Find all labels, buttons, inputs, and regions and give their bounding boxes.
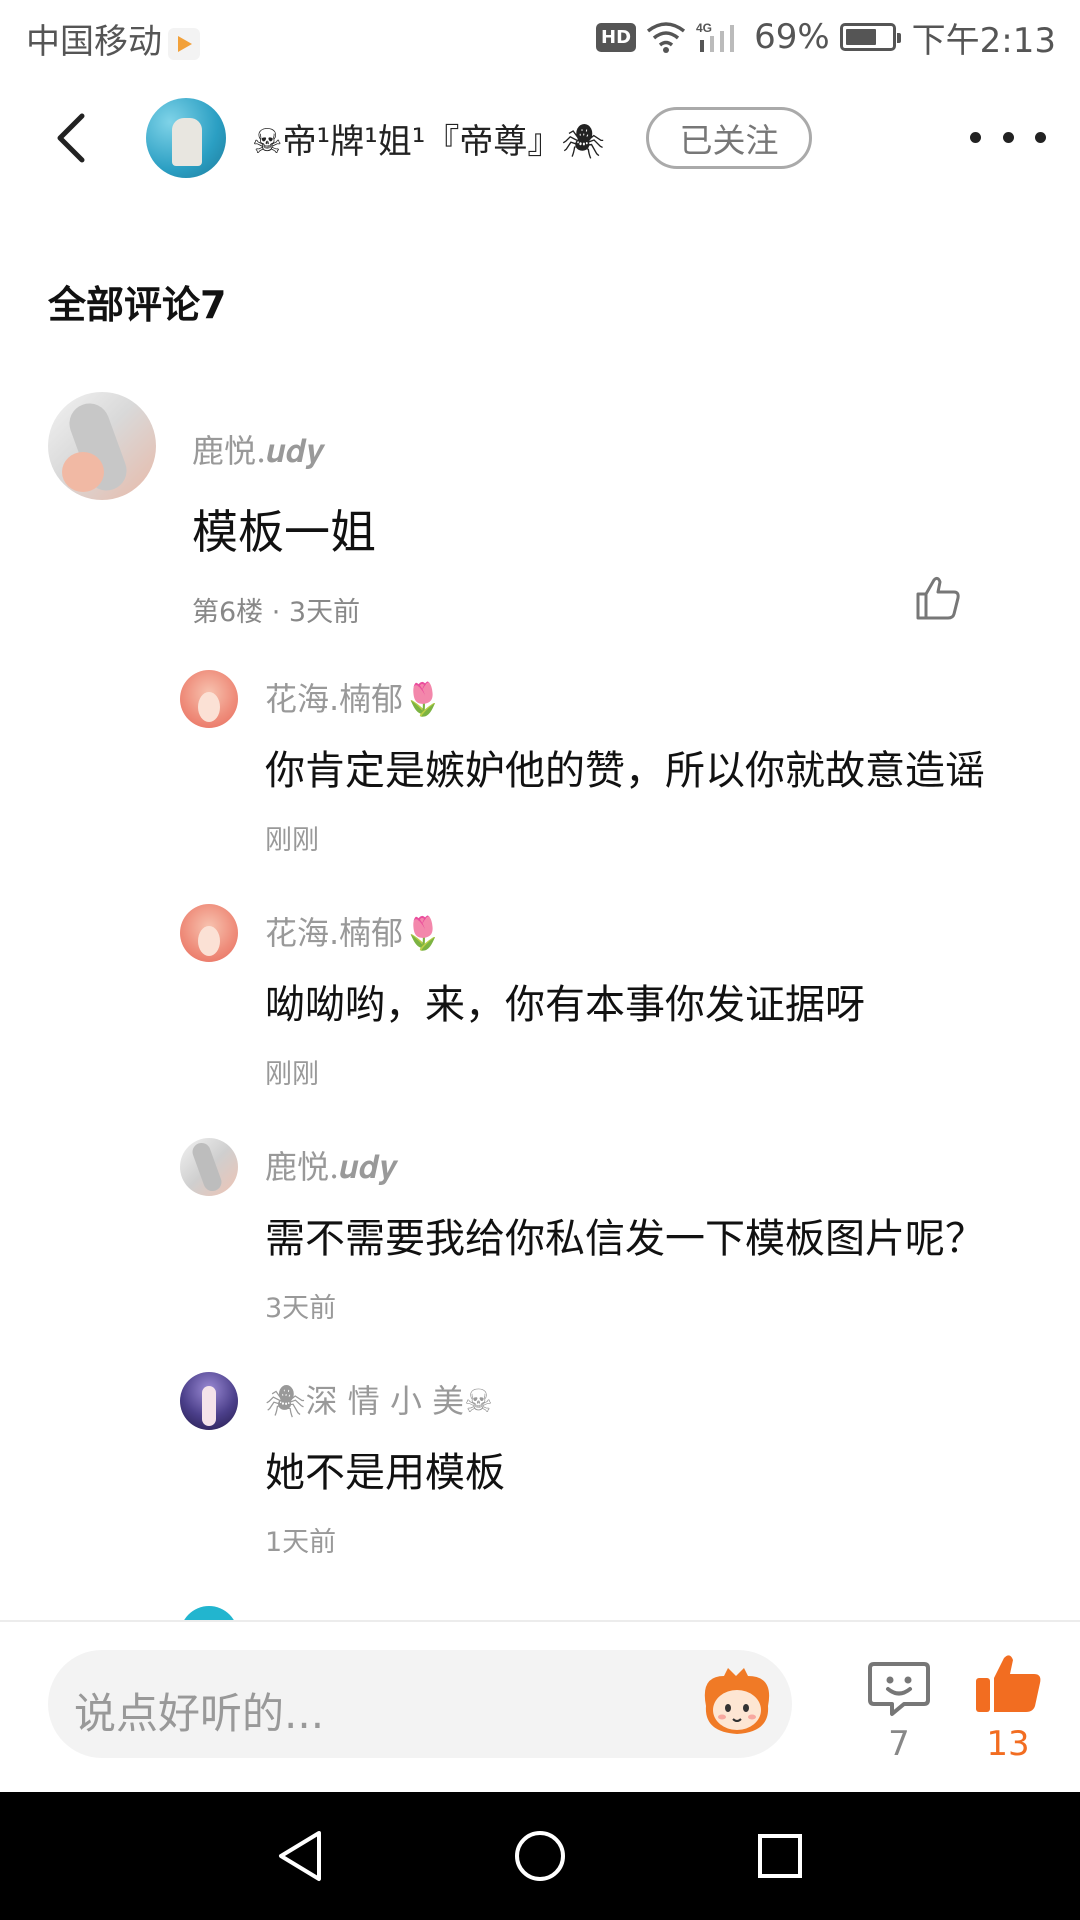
reply-item[interactable]: 🕷深 情 小 美☠ 她不是用模板 1天前 <box>0 1372 1080 1606</box>
nav-recents-icon <box>758 1834 802 1878</box>
reply-item[interactable]: 花海.楠郁🌷 你肯定是嫉妒他的赞，所以你就故意造谣 刚刚 <box>0 670 1080 904</box>
more-button[interactable] <box>970 112 1046 162</box>
avatar[interactable] <box>48 392 156 500</box>
carrier-label: 中国移动 <box>26 14 200 63</box>
more-icon-dot <box>970 131 981 143</box>
reply-text: 需不需要我给你私信发一下模板图片呢？ <box>265 1216 985 1262</box>
avatar[interactable] <box>180 1372 238 1430</box>
nav-back-icon <box>279 1831 321 1881</box>
status-bar: 中国移动 HD 4G 69% 下午2:13 <box>0 0 1080 76</box>
battery-percent: 69% <box>754 17 830 57</box>
reply-time: 刚刚 <box>265 1059 319 1090</box>
emoji-mascot-icon[interactable] <box>698 1666 776 1738</box>
comment-input-placeholder: 说点好听的... <box>74 1689 325 1738</box>
nav-home-icon <box>515 1831 565 1881</box>
nav-back-button[interactable] <box>268 1824 332 1888</box>
comment-count-button[interactable]: 7 <box>866 1658 932 1768</box>
reply-item[interactable]: 花海.楠郁🌷 呦呦哟，来，你有本事你发证据呀 刚刚 <box>0 904 1080 1138</box>
battery-icon <box>839 23 901 51</box>
avatar[interactable] <box>180 1138 238 1196</box>
avatar[interactable] <box>180 904 238 962</box>
reply-time: 刚刚 <box>265 825 319 856</box>
comment-like-button[interactable] <box>914 574 970 630</box>
thumb-up-icon <box>916 576 960 620</box>
author-name[interactable]: ☠帝¹牌¹姐¹『帝尊』🕷 <box>252 114 605 163</box>
carrier-name: 中国移动 <box>26 22 162 62</box>
nav-recents-button[interactable] <box>748 1824 812 1888</box>
thumb-up-filled-icon <box>976 1655 1041 1712</box>
comment-input[interactable]: 说点好听的... <box>48 1650 792 1758</box>
post-like-button[interactable]: 13 <box>970 1652 1046 1768</box>
carrier-app-icon <box>168 27 200 60</box>
comment-bar: 说点好听的... 7 13 <box>0 1622 1080 1792</box>
like-count: 13 <box>986 1724 1030 1764</box>
comment-icon <box>868 1662 930 1716</box>
comment-text: 模板一姐 <box>192 505 376 559</box>
comment-meta: 第6楼 · 3天前 <box>192 597 361 628</box>
reply-text: 你肯定是嫉妒他的赞，所以你就故意造谣 <box>265 748 985 794</box>
reply-username[interactable]: 花海.楠郁🌷 <box>265 908 443 954</box>
system-nav-bar <box>0 1792 1080 1920</box>
clock: 下午2:13 <box>911 20 1056 61</box>
comments-section-title: 全部评论7 <box>48 283 227 327</box>
comment-username[interactable]: 鹿悦.𝒖𝒅𝒚 <box>192 426 325 472</box>
follow-button[interactable]: 已关注 <box>646 107 812 169</box>
comment-count: 7 <box>888 1724 910 1764</box>
more-icon-dot <box>1002 131 1014 143</box>
status-icons: HD 4G 69% 下午2:13 <box>596 12 1056 62</box>
network-type: 4G <box>696 21 712 35</box>
reply-item[interactable]: 鹿悦.𝒖𝒅𝒚 需不需要我给你私信发一下模板图片呢？ 3天前 <box>0 1138 1080 1372</box>
wifi-icon <box>646 22 686 53</box>
nav-home-button[interactable] <box>508 1824 572 1888</box>
signal-icon: 4G <box>696 21 735 52</box>
post-header: ☠帝¹牌¹姐¹『帝尊』🕷 已关注 <box>0 76 1080 200</box>
avatar[interactable] <box>180 1606 238 1620</box>
avatar[interactable] <box>180 670 238 728</box>
reply-username[interactable]: 🕷深 情 小 美☠ <box>265 1376 493 1422</box>
reply-text: 她不是用模板 <box>265 1450 505 1496</box>
author-avatar[interactable] <box>146 98 226 178</box>
reply-username[interactable]: 鹿悦.𝒖𝒅𝒚 <box>265 1142 398 1188</box>
reply-time: 3天前 <box>265 1293 337 1324</box>
reply-username[interactable]: 花海.楠郁🌷 <box>265 674 443 720</box>
reply-text: 呦呦哟，来，你有本事你发证据呀 <box>265 982 865 1028</box>
back-icon <box>57 113 85 163</box>
reply-time: 1天前 <box>265 1527 337 1558</box>
back-button[interactable] <box>40 106 100 170</box>
hd-icon: HD <box>596 22 637 52</box>
more-icon-dot <box>1035 131 1046 143</box>
